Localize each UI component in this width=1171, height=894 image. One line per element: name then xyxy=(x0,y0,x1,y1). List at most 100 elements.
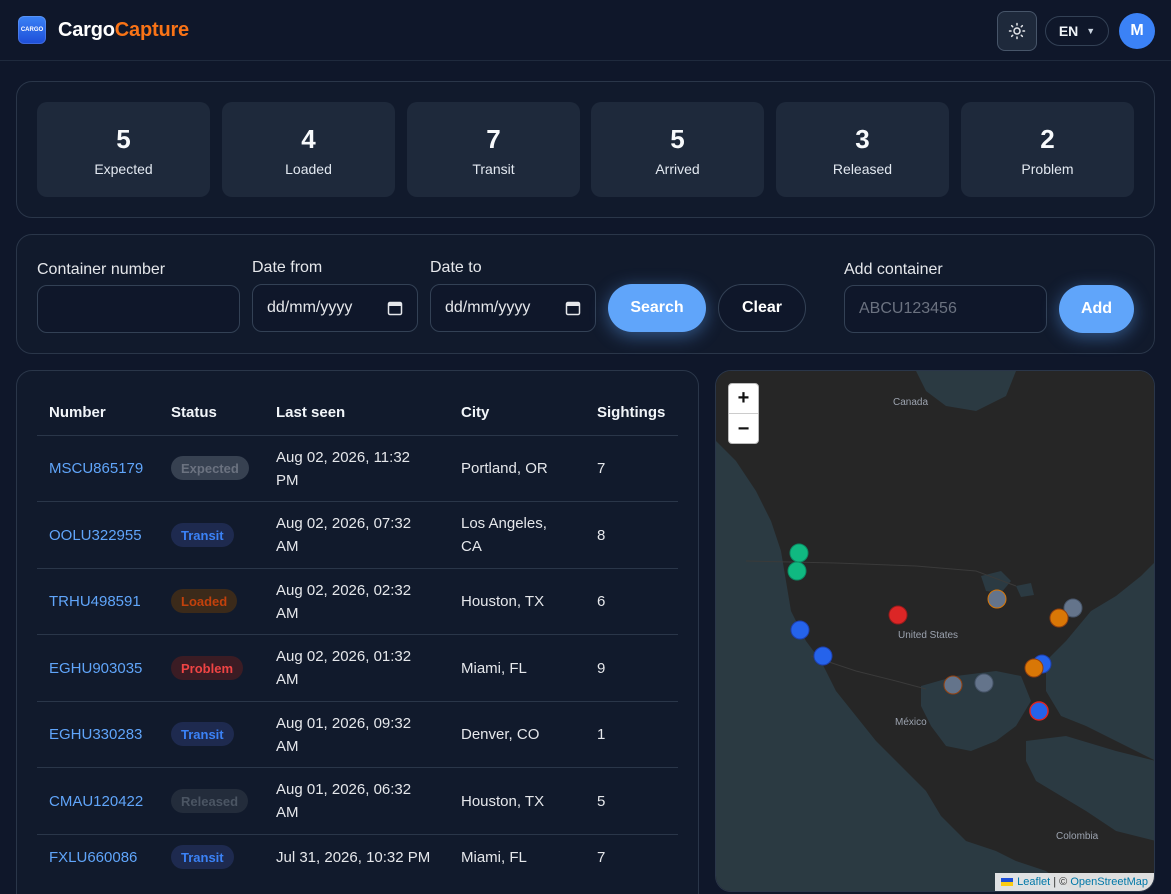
zoom-in-button[interactable]: + xyxy=(729,384,758,414)
add-container-label: Add container xyxy=(844,261,943,278)
container-number-link[interactable]: EGHU903035 xyxy=(49,657,142,680)
map-marker xyxy=(888,605,908,625)
last-seen-cell: Jul 31, 2026, 10:32 PM xyxy=(276,849,431,866)
stat-card-transit[interactable]: 7 Transit xyxy=(407,102,580,197)
stat-label: Released xyxy=(832,161,893,177)
city-cell: Denver, CO xyxy=(461,726,540,743)
stat-card-expected[interactable]: 5 Expected xyxy=(37,102,210,197)
map-marker xyxy=(813,646,833,666)
map-marker xyxy=(974,673,994,693)
stat-value: 2 xyxy=(1040,124,1055,154)
stat-value: 3 xyxy=(855,124,870,154)
chevron-down-icon: ▼ xyxy=(1086,26,1096,36)
map[interactable]: Canada United States México Colombia + −… xyxy=(715,370,1155,892)
map-label-united-states: United States xyxy=(898,630,959,641)
last-seen-cell: Aug 02, 2026, 11:32 PM xyxy=(276,449,411,489)
last-seen-cell: Aug 02, 2026, 02:32 AM xyxy=(276,582,412,622)
column-header-sightings[interactable]: Sightings xyxy=(597,404,665,421)
brand-title: CargoCapture xyxy=(58,19,189,42)
table-header: Number Status Last seen City Sightings xyxy=(37,371,678,436)
map-label-mexico: México xyxy=(895,717,927,728)
add-container-placeholder: ABCU123456 xyxy=(859,300,957,317)
add-button[interactable]: Add xyxy=(1059,285,1134,333)
containers-table: Number Status Last seen City Sightings M… xyxy=(16,370,699,894)
table-row[interactable]: TRHU498591 Loaded Aug 02, 2026, 02:32 AM … xyxy=(37,569,678,635)
date-to-input[interactable]: dd/mm/yyyy xyxy=(430,284,596,332)
stat-label: Problem xyxy=(1021,161,1074,177)
logo-icon: CARGO xyxy=(18,16,46,44)
container-number-label: Container number xyxy=(37,261,166,278)
language-select[interactable]: EN ▼ xyxy=(1045,16,1109,46)
table-row[interactable]: OOLU322955 Transit Aug 02, 2026, 07:32 AM… xyxy=(37,502,678,569)
column-header-last-seen[interactable]: Last seen xyxy=(276,404,345,421)
map-label-colombia: Colombia xyxy=(1056,831,1099,842)
container-number-link[interactable]: OOLU322955 xyxy=(49,524,142,547)
leaflet-link[interactable]: Leaflet xyxy=(1017,876,1050,888)
clear-button[interactable]: Clear xyxy=(718,284,806,332)
calendar-icon[interactable] xyxy=(387,300,403,316)
theme-toggle-button[interactable] xyxy=(997,11,1037,51)
avatar[interactable]: M xyxy=(1119,13,1155,49)
city-cell: Houston, TX xyxy=(461,793,545,810)
map-marker xyxy=(1049,608,1069,628)
status-badge: Transit xyxy=(171,523,234,547)
last-seen-cell: Aug 01, 2026, 09:32 AM xyxy=(276,715,412,755)
map-marker xyxy=(787,561,807,581)
container-number-link[interactable]: CMAU120422 xyxy=(49,790,143,813)
status-badge: Transit xyxy=(171,845,234,869)
status-badge: Problem xyxy=(171,656,244,680)
search-button[interactable]: Search xyxy=(608,284,706,332)
stat-value: 7 xyxy=(486,124,501,154)
map-marker xyxy=(987,589,1007,609)
stats-panel: 5 Expected 4 Loaded 7 Transit 5 Arrived … xyxy=(16,81,1155,218)
stat-card-arrived[interactable]: 5 Arrived xyxy=(591,102,764,197)
stat-card-released[interactable]: 3 Released xyxy=(776,102,949,197)
map-marker xyxy=(1024,658,1044,678)
column-header-number[interactable]: Number xyxy=(49,404,106,421)
date-from-input[interactable]: dd/mm/yyyy xyxy=(252,284,418,332)
stat-card-problem[interactable]: 2 Problem xyxy=(961,102,1134,197)
city-cell: Miami, FL xyxy=(461,660,527,677)
calendar-icon[interactable] xyxy=(565,300,581,316)
table-row[interactable]: CMAU120422 Released Aug 01, 2026, 06:32 A… xyxy=(37,768,678,835)
add-container-input[interactable]: ABCU123456 xyxy=(844,285,1047,333)
stat-label: Arrived xyxy=(655,161,700,177)
column-header-status[interactable]: Status xyxy=(171,404,217,421)
brand-part-2: Capture xyxy=(114,18,189,41)
stat-card-loaded[interactable]: 4 Loaded xyxy=(222,102,395,197)
map-attribution: Leaflet | © OpenStreetMap xyxy=(995,873,1154,891)
city-cell: Houston, TX xyxy=(461,593,545,610)
map-label-canada: Canada xyxy=(893,397,929,408)
table-row[interactable]: EGHU330283 Transit Aug 01, 2026, 09:32 AM… xyxy=(37,702,678,768)
container-number-link[interactable]: FXLU660086 xyxy=(49,846,137,869)
table-row[interactable]: MSCU865179 Expected Aug 02, 2026, 11:32 P… xyxy=(37,436,678,502)
table-row[interactable]: EGHU903035 Problem Aug 02, 2026, 01:32 AM… xyxy=(37,635,678,702)
container-number-link[interactable]: EGHU330283 xyxy=(49,723,142,746)
table-row[interactable]: FXLU660086 Transit Jul 31, 2026, 10:32 P… xyxy=(37,835,678,881)
sightings-cell: 9 xyxy=(597,660,606,677)
date-to-value: dd/mm/yyyy xyxy=(445,299,531,316)
stat-label: Transit xyxy=(472,161,515,177)
language-value: EN xyxy=(1058,23,1079,39)
sightings-cell: 8 xyxy=(597,527,606,544)
date-to-label: Date to xyxy=(430,259,482,276)
stat-value: 5 xyxy=(670,124,685,154)
last-seen-cell: Aug 02, 2026, 07:32 AM xyxy=(276,515,412,555)
stat-label: Loaded xyxy=(285,161,332,177)
container-number-link[interactable]: MSCU865179 xyxy=(49,457,143,480)
stat-value: 4 xyxy=(301,124,316,154)
status-badge: Expected xyxy=(171,456,249,480)
attribution-separator: | © xyxy=(1050,876,1071,888)
container-number-input[interactable] xyxy=(37,285,240,333)
sightings-cell: 1 xyxy=(597,726,606,743)
column-header-city[interactable]: City xyxy=(461,404,489,421)
container-number-link[interactable]: TRHU498591 xyxy=(49,590,141,613)
map-marker xyxy=(1029,701,1049,721)
app-header: CARGO CargoCapture EN ▼ M xyxy=(0,0,1171,61)
sun-icon xyxy=(1008,22,1026,40)
zoom-out-button[interactable]: − xyxy=(729,414,758,444)
openstreetmap-link[interactable]: OpenStreetMap xyxy=(1070,876,1148,888)
date-from-label: Date from xyxy=(252,259,323,276)
sightings-cell: 5 xyxy=(597,793,606,810)
status-badge: Released xyxy=(171,789,249,813)
